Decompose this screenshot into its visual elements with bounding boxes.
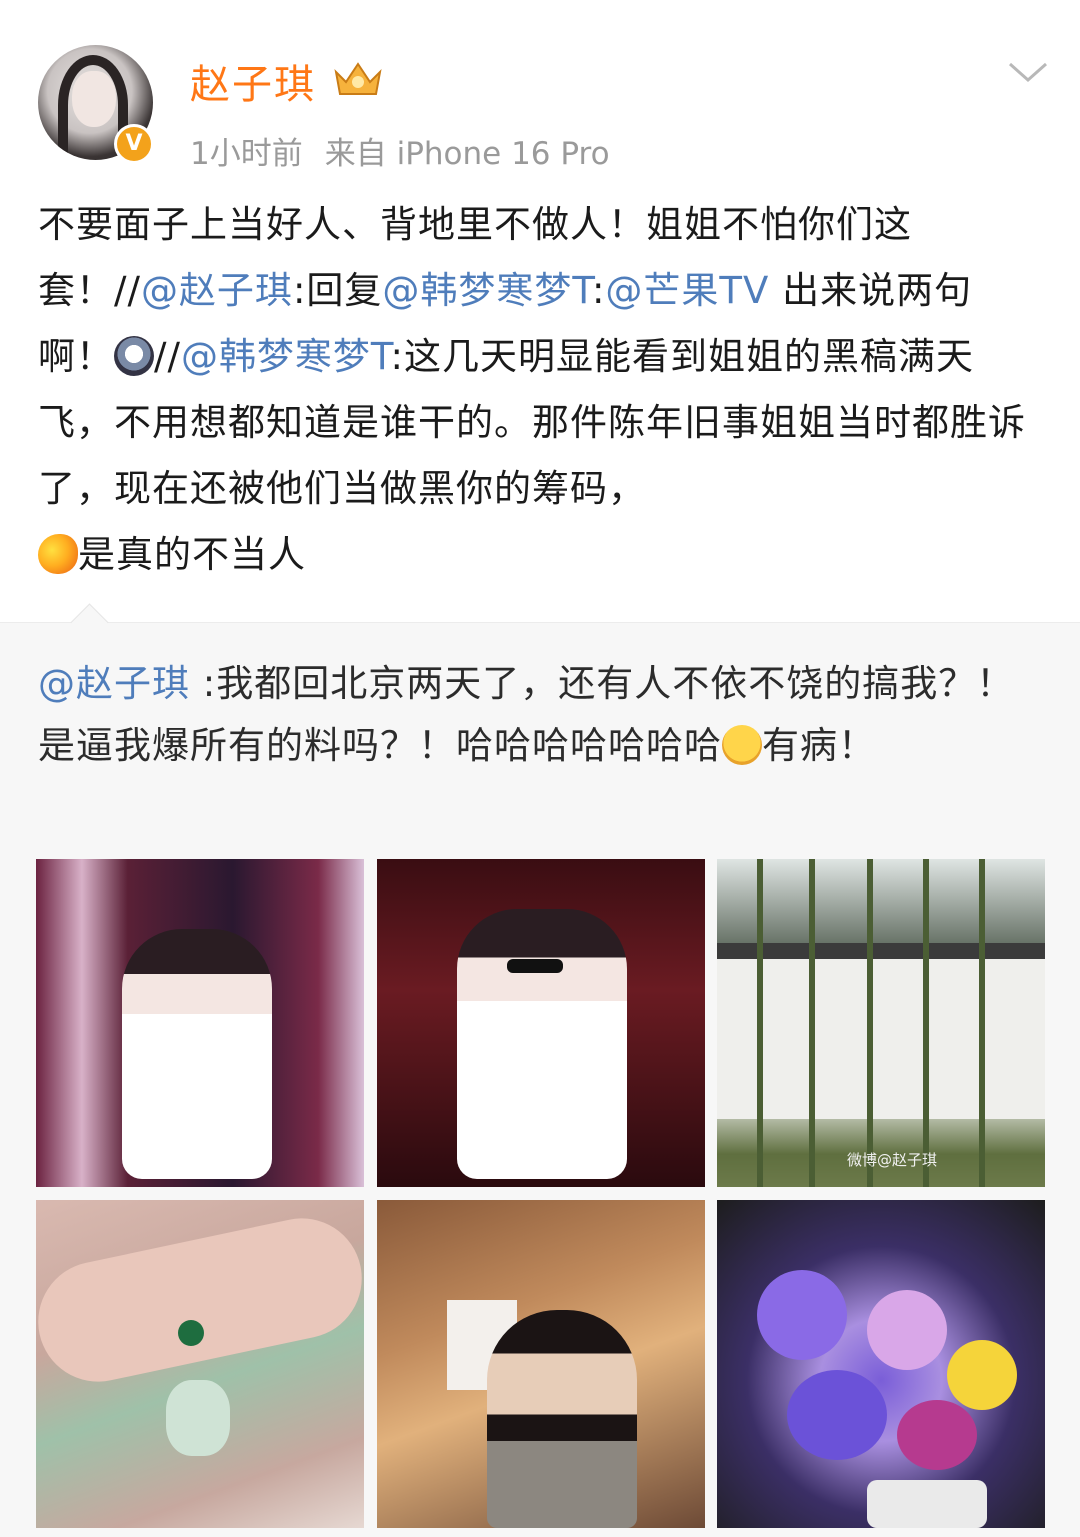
repost-text: @赵子琪 :我都回北京两天了，还有人不依不饶的搞我？！是逼我爆所有的料吗？！哈哈…: [38, 653, 1038, 777]
crown-icon: [334, 62, 382, 95]
sunglasses: [507, 959, 563, 973]
mention-link[interactable]: @赵子琪: [38, 662, 190, 705]
laugh-cry-emoji-icon: [722, 725, 762, 765]
post-time: 1小时前: [190, 136, 303, 172]
chevron-down-icon[interactable]: [1006, 58, 1050, 86]
hand: [36, 1207, 364, 1393]
bamboo-stalk: [757, 859, 763, 1187]
bamboo-stalk: [979, 859, 985, 1187]
repost-notch: [70, 603, 109, 642]
courtyard-wall: [717, 959, 1045, 1119]
flower: [897, 1400, 977, 1470]
flower: [947, 1340, 1017, 1410]
verified-badge-icon: V: [114, 124, 154, 164]
username[interactable]: 赵子琪: [190, 52, 316, 110]
photo-stage-sunglasses[interactable]: [377, 859, 705, 1187]
doge-emoji-icon: [114, 336, 154, 376]
mention-link[interactable]: @韩梦寒梦T: [181, 335, 391, 378]
post-source: 来自 iPhone 16 Pro: [324, 136, 610, 172]
performer-figure: [457, 909, 627, 1179]
text-segment: :: [591, 269, 606, 312]
photo-flower-bouquet[interactable]: [717, 1200, 1045, 1528]
flower: [867, 1290, 947, 1370]
green-bead: [178, 1320, 204, 1346]
photo-portrait-room[interactable]: [377, 1200, 705, 1528]
image-watermark: 微博@赵子琪: [847, 1151, 938, 1169]
mention-link[interactable]: @芒果TV: [605, 269, 769, 312]
text-segment: //: [154, 335, 181, 378]
post-header: V 赵子琪 1小时前 来自 iPhone 16 Pro: [0, 0, 1080, 178]
vase: [867, 1480, 987, 1528]
text-segment: 有病！: [762, 724, 876, 767]
text-segment: 是真的不当人: [78, 533, 306, 576]
flower: [787, 1370, 887, 1460]
photo-stage-performance[interactable]: [36, 859, 364, 1187]
mango-emoji-icon: [38, 534, 78, 574]
repost-block[interactable]: @赵子琪 :我都回北京两天了，还有人不依不饶的搞我？！是逼我爆所有的料吗？！哈哈…: [0, 603, 1080, 1537]
photo-bamboo-courtyard[interactable]: 微博@赵子琪: [717, 859, 1045, 1187]
photo-jade-pendant[interactable]: [36, 1200, 364, 1528]
post-meta: 1小时前 来自 iPhone 16 Pro: [190, 128, 610, 173]
bamboo-stalk: [923, 859, 929, 1187]
bamboo-stalk: [809, 859, 815, 1187]
text-segment: :回复: [292, 269, 383, 312]
portrait-figure: [487, 1310, 637, 1528]
mention-link[interactable]: @韩梦寒梦T: [382, 269, 592, 312]
jade-pendant: [166, 1380, 230, 1456]
post-text: 不要面子上当好人、背地里不做人！姐姐不怕你们这套！//@赵子琪:回复@韩梦寒梦T…: [38, 192, 1048, 588]
avatar-face: [72, 71, 116, 127]
bamboo-stalk: [867, 859, 873, 1187]
performer-figure: [122, 929, 272, 1179]
flower: [757, 1270, 847, 1360]
mention-link[interactable]: @赵子琪: [141, 269, 293, 312]
